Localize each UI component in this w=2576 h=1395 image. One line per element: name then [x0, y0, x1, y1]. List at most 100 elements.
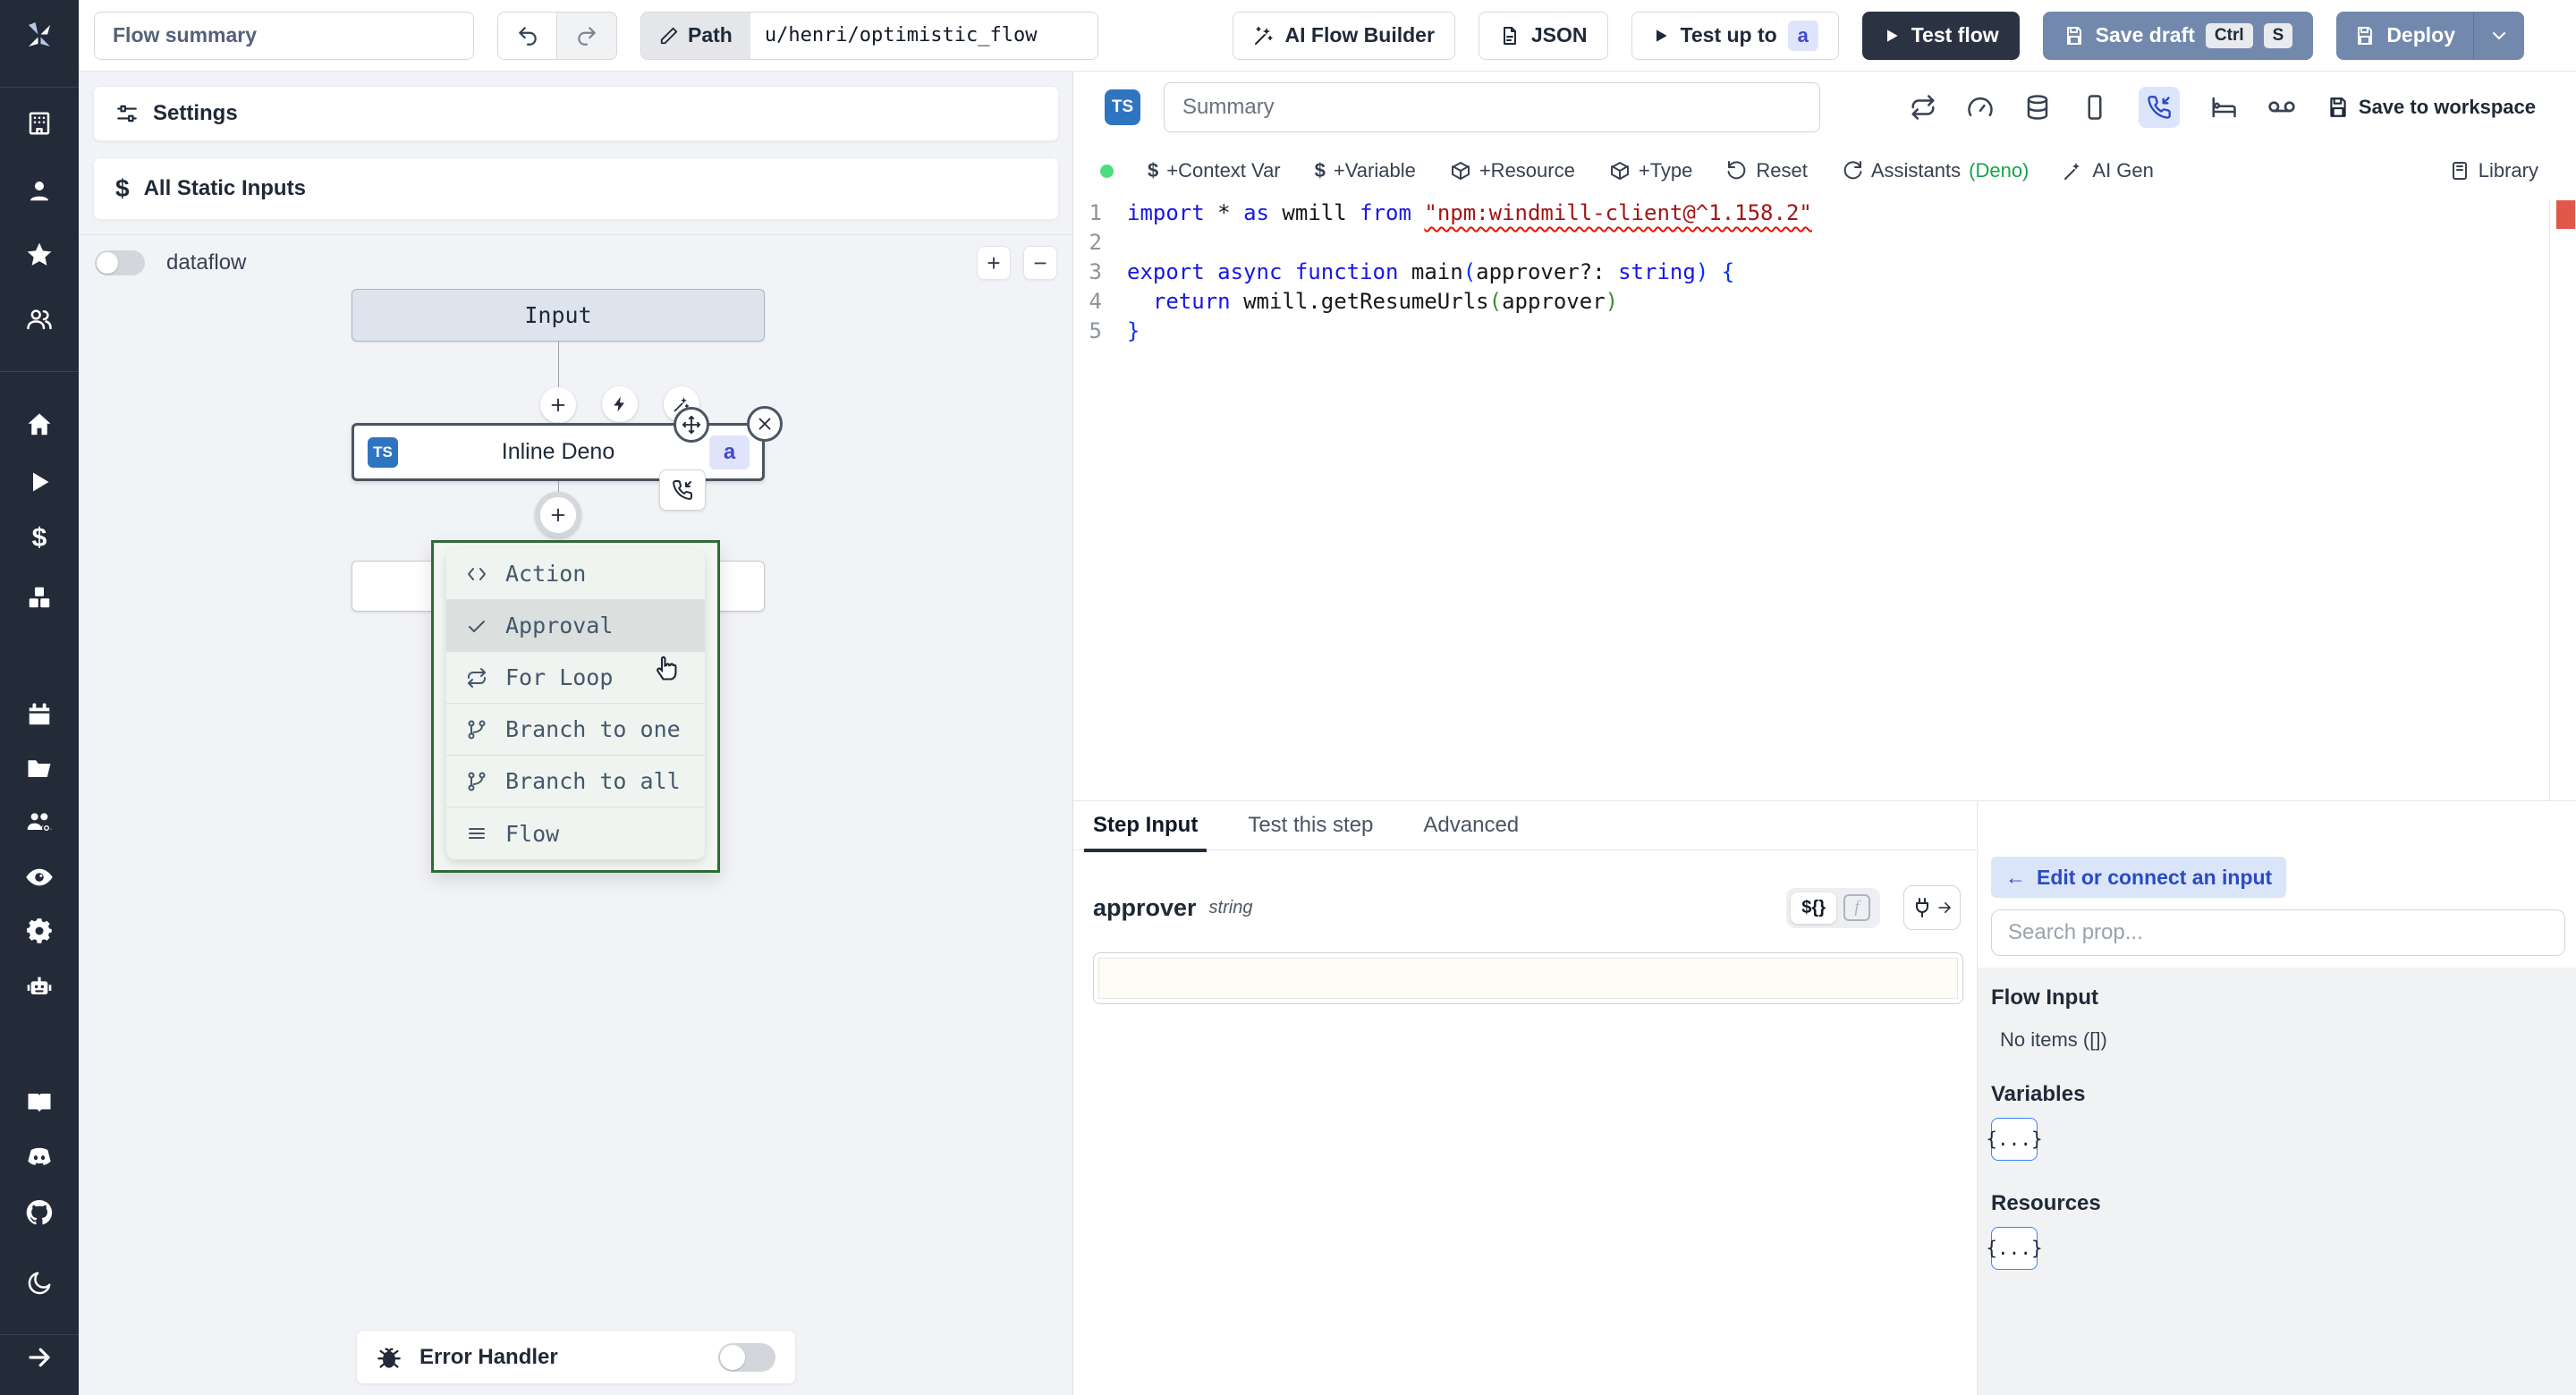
all-static-inputs-button[interactable]: $ All Static Inputs: [93, 157, 1059, 220]
plus-icon: [551, 398, 565, 412]
edit-or-connect-button[interactable]: ← Edit or connect an input: [1991, 857, 2287, 898]
sidebar-item-user-icon[interactable]: [0, 171, 79, 210]
deploy-label: Deploy: [2386, 23, 2455, 46]
sidebar-item-docs-icon[interactable]: [0, 1083, 79, 1122]
sidebar-item-audit-icon[interactable]: [0, 858, 79, 897]
flow-settings-button[interactable]: Settings: [93, 86, 1059, 141]
zoom-in-button[interactable]: +: [977, 246, 1011, 280]
menu-item-branch-to-all[interactable]: Branch to all: [446, 756, 705, 807]
file-json-icon: [1503, 26, 1516, 45]
sidebar-item-github-icon[interactable]: [0, 1193, 79, 1232]
menu-item-action[interactable]: Action: [446, 548, 705, 600]
windmill-logo-icon[interactable]: [0, 16, 79, 55]
add-step-below-button[interactable]: [535, 492, 581, 538]
save-draft-button[interactable]: Save draft Ctrl S: [2042, 11, 2314, 60]
sidebar-item-workspace-icon[interactable]: [0, 104, 79, 143]
suspend-approval-button[interactable]: [2138, 87, 2180, 128]
chevron-down-icon: [2493, 31, 2505, 39]
sidebar-item-dark-mode-icon[interactable]: [0, 1264, 79, 1303]
arrow-right-icon: [1938, 902, 1951, 913]
test-flow-button[interactable]: Test flow: [1861, 11, 2020, 60]
mobile-icon[interactable]: [2081, 94, 2108, 121]
sidebar-item-ai-bot-icon[interactable]: [0, 968, 79, 1007]
sidebar-item-home-icon[interactable]: [0, 405, 79, 444]
tab-step-input[interactable]: Step Input: [1083, 800, 1208, 852]
function-mode-button[interactable]: f: [1843, 894, 1870, 921]
zoom-out-button[interactable]: −: [1023, 246, 1057, 280]
step-tabs: Step Input Test this step Advanced: [1073, 800, 1977, 852]
ai-gen-button[interactable]: AI Gen: [2063, 159, 2154, 182]
code-icon: [468, 567, 486, 580]
summary-input[interactable]: [1164, 82, 1820, 132]
sidebar-item-folders-icon[interactable]: [0, 748, 79, 788]
move-step-button[interactable]: [674, 407, 709, 443]
sidebar-item-runs-icon[interactable]: [0, 462, 79, 502]
field-row-approver: approver string ${} f: [1093, 883, 1961, 933]
sidebar-item-discord-icon[interactable]: [0, 1137, 79, 1177]
path-input[interactable]: [750, 12, 1097, 59]
path-label[interactable]: Path: [641, 12, 750, 59]
menu-item-branch-to-one[interactable]: Branch to one: [446, 704, 705, 756]
dataflow-label: dataflow: [166, 250, 247, 275]
add-context-var-button[interactable]: $ +Context Var: [1148, 159, 1281, 182]
sidebar-item-favorites-icon[interactable]: [0, 235, 79, 275]
flow-input-node[interactable]: Input: [352, 289, 765, 342]
expression-mode-button[interactable]: ${}: [1791, 892, 1836, 924]
ai-flow-builder-button[interactable]: AI Flow Builder: [1232, 11, 1455, 60]
sidebar-expand-icon[interactable]: [0, 1338, 79, 1377]
save-to-workspace-button[interactable]: Save to workspace: [2326, 96, 2536, 119]
deploy-button[interactable]: Deploy: [2336, 12, 2473, 60]
flow-summary-input[interactable]: [94, 11, 474, 60]
json-button[interactable]: JSON: [1478, 11, 1608, 60]
wand-icon: [2064, 163, 2080, 180]
code-editor[interactable]: 1 import * as wmill from "npm:windmill-cl…: [1073, 199, 2576, 800]
divider: [79, 234, 1073, 235]
flow-settings-label: Settings: [153, 101, 238, 125]
assistants-button[interactable]: Assistants (Deno): [1842, 159, 2029, 182]
add-resource-button[interactable]: +Resource: [1450, 159, 1575, 182]
library-button[interactable]: Library: [2449, 159, 2538, 182]
add-variable-button[interactable]: $ +Variable: [1315, 159, 1416, 182]
menu-item-flow[interactable]: Flow: [446, 807, 705, 859]
path-label-text: Path: [688, 23, 733, 46]
connect-input-button[interactable]: [1903, 885, 1961, 930]
retry-icon[interactable]: [1910, 94, 1936, 121]
dataflow-toggle[interactable]: [95, 250, 145, 275]
sleep-icon[interactable]: [2210, 94, 2237, 121]
sidebar-item-groups-icon[interactable]: [0, 300, 79, 339]
tab-test-this-step[interactable]: Test this step: [1248, 800, 1373, 850]
delete-step-button[interactable]: [747, 406, 783, 442]
approver-value-input[interactable]: [1098, 958, 1958, 999]
tab-advanced[interactable]: Advanced: [1423, 800, 1519, 850]
assistants-lang: (Deno): [1969, 159, 2029, 182]
reset-button[interactable]: Reset: [1726, 159, 1808, 182]
add-type-button[interactable]: +Type: [1609, 159, 1692, 182]
dollar-icon: $: [115, 174, 130, 202]
error-handler-toggle[interactable]: [718, 1342, 775, 1372]
sidebar-item-schedules-icon[interactable]: [0, 695, 79, 734]
sidebar-item-resources-icon[interactable]: [0, 578, 79, 617]
database-icon[interactable]: [2024, 94, 2051, 121]
redo-button[interactable]: [557, 11, 617, 60]
insert-step-button[interactable]: [540, 387, 576, 423]
deploy-more-button[interactable]: [2474, 12, 2524, 60]
gauge-icon[interactable]: [1967, 94, 1994, 121]
field-type: string: [1208, 897, 1253, 917]
test-up-to-label: Test up to: [1680, 23, 1777, 46]
sidebar-item-workers-icon[interactable]: [0, 803, 79, 842]
play-icon: [1886, 29, 1898, 42]
trigger-button[interactable]: [602, 386, 638, 422]
connect-input-panel: ← Edit or connect an input Flow Input No…: [1977, 800, 2576, 1395]
sidebar-item-settings-icon[interactable]: [0, 911, 79, 951]
menu-item-approval[interactable]: Approval: [446, 600, 705, 652]
input-mode-toggle: ${} f: [1786, 887, 1880, 928]
voicemail-icon[interactable]: [2267, 93, 2296, 122]
sidebar-item-variables-icon[interactable]: $: [0, 519, 79, 558]
resources-expand-chip[interactable]: {...}: [1986, 1227, 2043, 1270]
test-up-to-button[interactable]: Test up to a: [1631, 11, 1839, 60]
save-draft-label: Save draft: [2095, 23, 2195, 46]
variables-expand-chip[interactable]: {...}: [1986, 1118, 2043, 1161]
rotate-ccw-icon: [1727, 161, 1746, 180]
prop-search-input[interactable]: [1991, 909, 2565, 956]
undo-button[interactable]: [497, 11, 557, 60]
